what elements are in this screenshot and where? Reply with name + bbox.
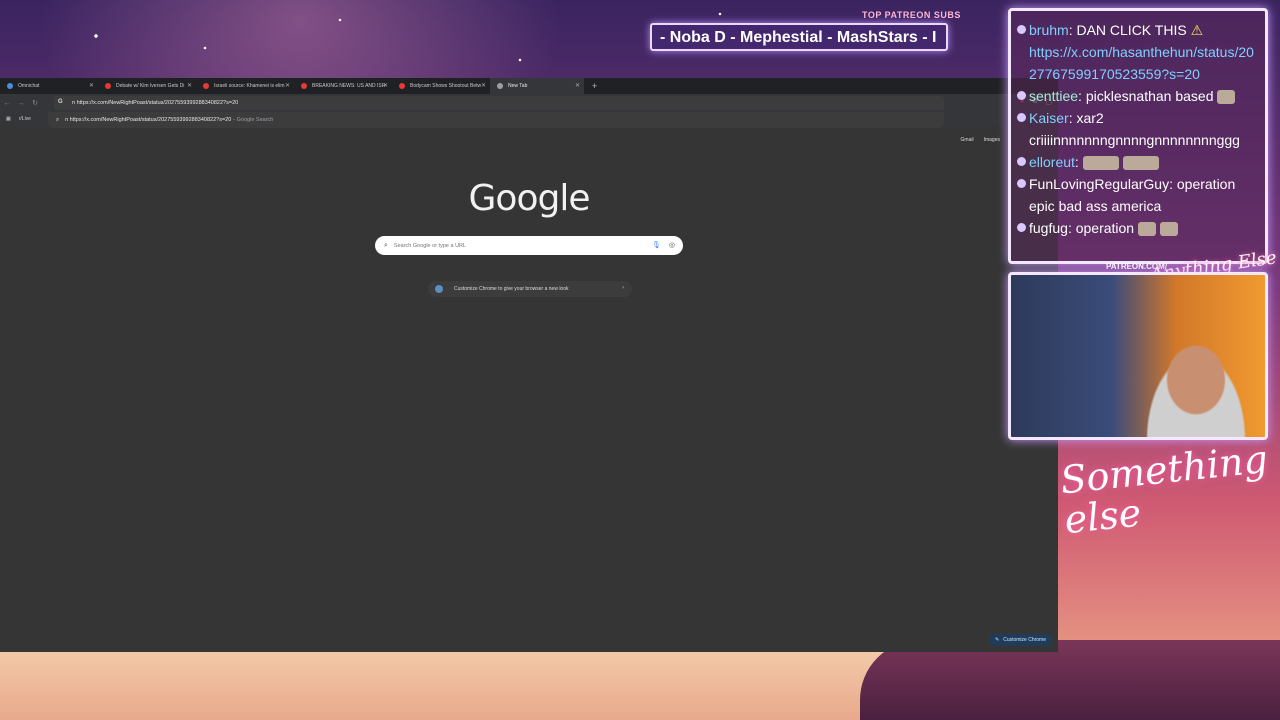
youtube-icon xyxy=(301,83,307,89)
patreon-subs-banner: - Noba D - Mephestial - MashStars - I xyxy=(650,23,948,51)
emote-icon xyxy=(1159,222,1178,237)
chat-username: elloreut xyxy=(1029,154,1075,170)
tab-label: Omnichat xyxy=(18,83,40,89)
browser-toolbar: ← → ↻ G n https://x.com/NewRightPoast/st… xyxy=(0,94,1058,112)
close-icon[interactable]: ✕ xyxy=(481,82,486,89)
search-input[interactable]: ⌕ Search Google or type a URL 🎙 ◎ xyxy=(375,236,683,255)
close-icon[interactable]: ✕ xyxy=(187,82,192,89)
chat-bubble-icon xyxy=(1017,113,1026,122)
suggestion-subtext: - Google Search xyxy=(233,117,274,123)
chat-panel: bruhm: DAN CLICK THIS ⚠ https://x.com/ha… xyxy=(1008,8,1268,264)
chat-link[interactable]: https://x.com/hasanthehun/status/2027767… xyxy=(1029,41,1259,85)
chat-bubble-icon xyxy=(1017,25,1026,34)
foliage-decoration xyxy=(860,640,1280,720)
customize-button-label: Customize Chrome xyxy=(1003,637,1046,643)
chat-bubble-icon xyxy=(1017,223,1026,232)
customize-chrome-button[interactable]: ✎ Customize Chrome xyxy=(989,634,1052,646)
customize-promo-text: Customize Chrome to give your browser a … xyxy=(454,286,569,292)
pencil-icon: ✎ xyxy=(995,637,1000,643)
apps-icon[interactable]: ▦ xyxy=(6,116,11,122)
chat-username: fugfug xyxy=(1029,220,1068,236)
tab-bodycam[interactable]: Bodycam Shows Shootout Betw ✕ xyxy=(392,78,490,94)
chat-text: : xyxy=(1074,154,1079,170)
gmail-link[interactable]: Gmail xyxy=(961,137,974,143)
emote-icon xyxy=(1217,90,1236,105)
back-icon[interactable]: ← xyxy=(0,100,14,107)
omnibox-suggestion[interactable]: ⌕ n https://x.com/NewRightPoast/status/2… xyxy=(48,112,944,128)
google-top-links: Gmail Images xyxy=(961,137,1000,143)
webcam-feed xyxy=(1008,272,1268,440)
chat-bubble-icon xyxy=(1017,91,1026,100)
close-icon[interactable]: ✕ xyxy=(383,82,388,89)
tab-israeli-source[interactable]: Israeli source: Khamenei is elim ✕ xyxy=(196,78,294,94)
chat-username: Kaiser xyxy=(1029,110,1069,126)
tab-omnichat[interactable]: Omnichat ✕ xyxy=(0,78,98,94)
chat-text: : operation xyxy=(1067,220,1135,236)
search-placeholder: Search Google or type a URL xyxy=(393,242,467,249)
address-bar[interactable]: G n https://x.com/NewRightPoast/status/2… xyxy=(54,96,944,110)
close-icon[interactable]: ✕ xyxy=(285,82,290,89)
chat-message: bruhm: DAN CLICK THIS ⚠ https://x.com/ha… xyxy=(1017,19,1259,85)
tab-label: Bodycam Shows Shootout Betw xyxy=(410,83,482,89)
address-bar-value[interactable]: n https://x.com/NewRightPoast/status/202… xyxy=(72,100,238,106)
tab-label: Debate w/ Kim Iversen Gets Di xyxy=(116,83,185,89)
search-icon: ⌕ xyxy=(384,241,388,249)
chat-message: FunLovingRegularGuy: operation epic bad … xyxy=(1017,173,1259,217)
tab-label: Israeli source: Khamenei is elim xyxy=(214,83,285,89)
chat-message: Kaiser: xar2 criiiinnnnnnngnnnngnnnnnnnn… xyxy=(1017,107,1259,151)
streamer-image xyxy=(1141,345,1251,437)
tab-strip: Omnichat ✕ Debate w/ Kim Iversen Gets Di… xyxy=(0,78,1058,94)
youtube-icon xyxy=(203,83,209,89)
patreon-title: TOP PATREON SUBS xyxy=(862,10,961,20)
chat-bubble-icon xyxy=(1017,157,1026,166)
youtube-icon xyxy=(105,83,111,89)
chat-text: : DAN CLICK THIS xyxy=(1068,22,1191,38)
chat-username: FunLovingRegularGuy xyxy=(1029,176,1170,192)
chat-message: senttiee: picklesnathan based xyxy=(1017,85,1259,107)
emote-icon xyxy=(1082,156,1119,171)
chat-text: : picklesnathan based xyxy=(1078,88,1214,104)
close-icon[interactable]: ✕ xyxy=(89,82,94,89)
new-tab-button[interactable]: + xyxy=(592,81,597,91)
customize-chrome-promo[interactable]: Customize Chrome to give your browser a … xyxy=(428,281,632,297)
microphone-icon[interactable]: 🎙 xyxy=(652,241,661,249)
search-tools: 🎙 ◎ xyxy=(652,241,675,249)
suggestion-text: n https://x.com/NewRightPoast/status/202… xyxy=(65,117,232,123)
close-icon[interactable]: ✕ xyxy=(575,82,580,89)
google-logo: Google xyxy=(468,178,591,219)
bookmark-item[interactable]: r/Live xyxy=(19,116,31,122)
chat-message: elloreut: xyxy=(1017,151,1259,173)
search-icon: ⌕ xyxy=(56,116,60,123)
chat-username: senttiee xyxy=(1029,88,1079,104)
emote-icon xyxy=(1122,156,1159,171)
chrome-icon xyxy=(497,83,503,89)
google-icon: G xyxy=(58,99,63,105)
palette-icon xyxy=(435,285,443,293)
browser-window: Omnichat ✕ Debate w/ Kim Iversen Gets Di… xyxy=(0,78,1058,652)
youtube-icon xyxy=(399,83,405,89)
reload-icon[interactable]: ↻ xyxy=(28,99,42,107)
chat-bubble-icon xyxy=(1017,179,1026,188)
images-link[interactable]: Images xyxy=(984,137,1000,143)
warning-emote-icon: ⚠ xyxy=(1190,22,1204,38)
chat-message: fugfug: operation xyxy=(1017,217,1259,239)
tab-label: New Tab xyxy=(508,83,528,89)
forward-icon[interactable]: → xyxy=(14,100,28,107)
tab-debate[interactable]: Debate w/ Kim Iversen Gets Di ✕ xyxy=(98,78,196,94)
emote-icon xyxy=(1138,222,1156,237)
chevron-right-icon: › xyxy=(622,285,624,291)
tab-breaking-news[interactable]: BREAKING NEWS: US AND ISR ✕ xyxy=(294,78,392,94)
tab-new-tab[interactable]: New Tab ✕ xyxy=(490,78,584,94)
tab-label: BREAKING NEWS: US AND ISR xyxy=(312,83,386,89)
chat-username: bruhm xyxy=(1029,22,1069,38)
lens-icon[interactable]: ◎ xyxy=(669,241,675,249)
favicon-icon xyxy=(7,83,13,89)
